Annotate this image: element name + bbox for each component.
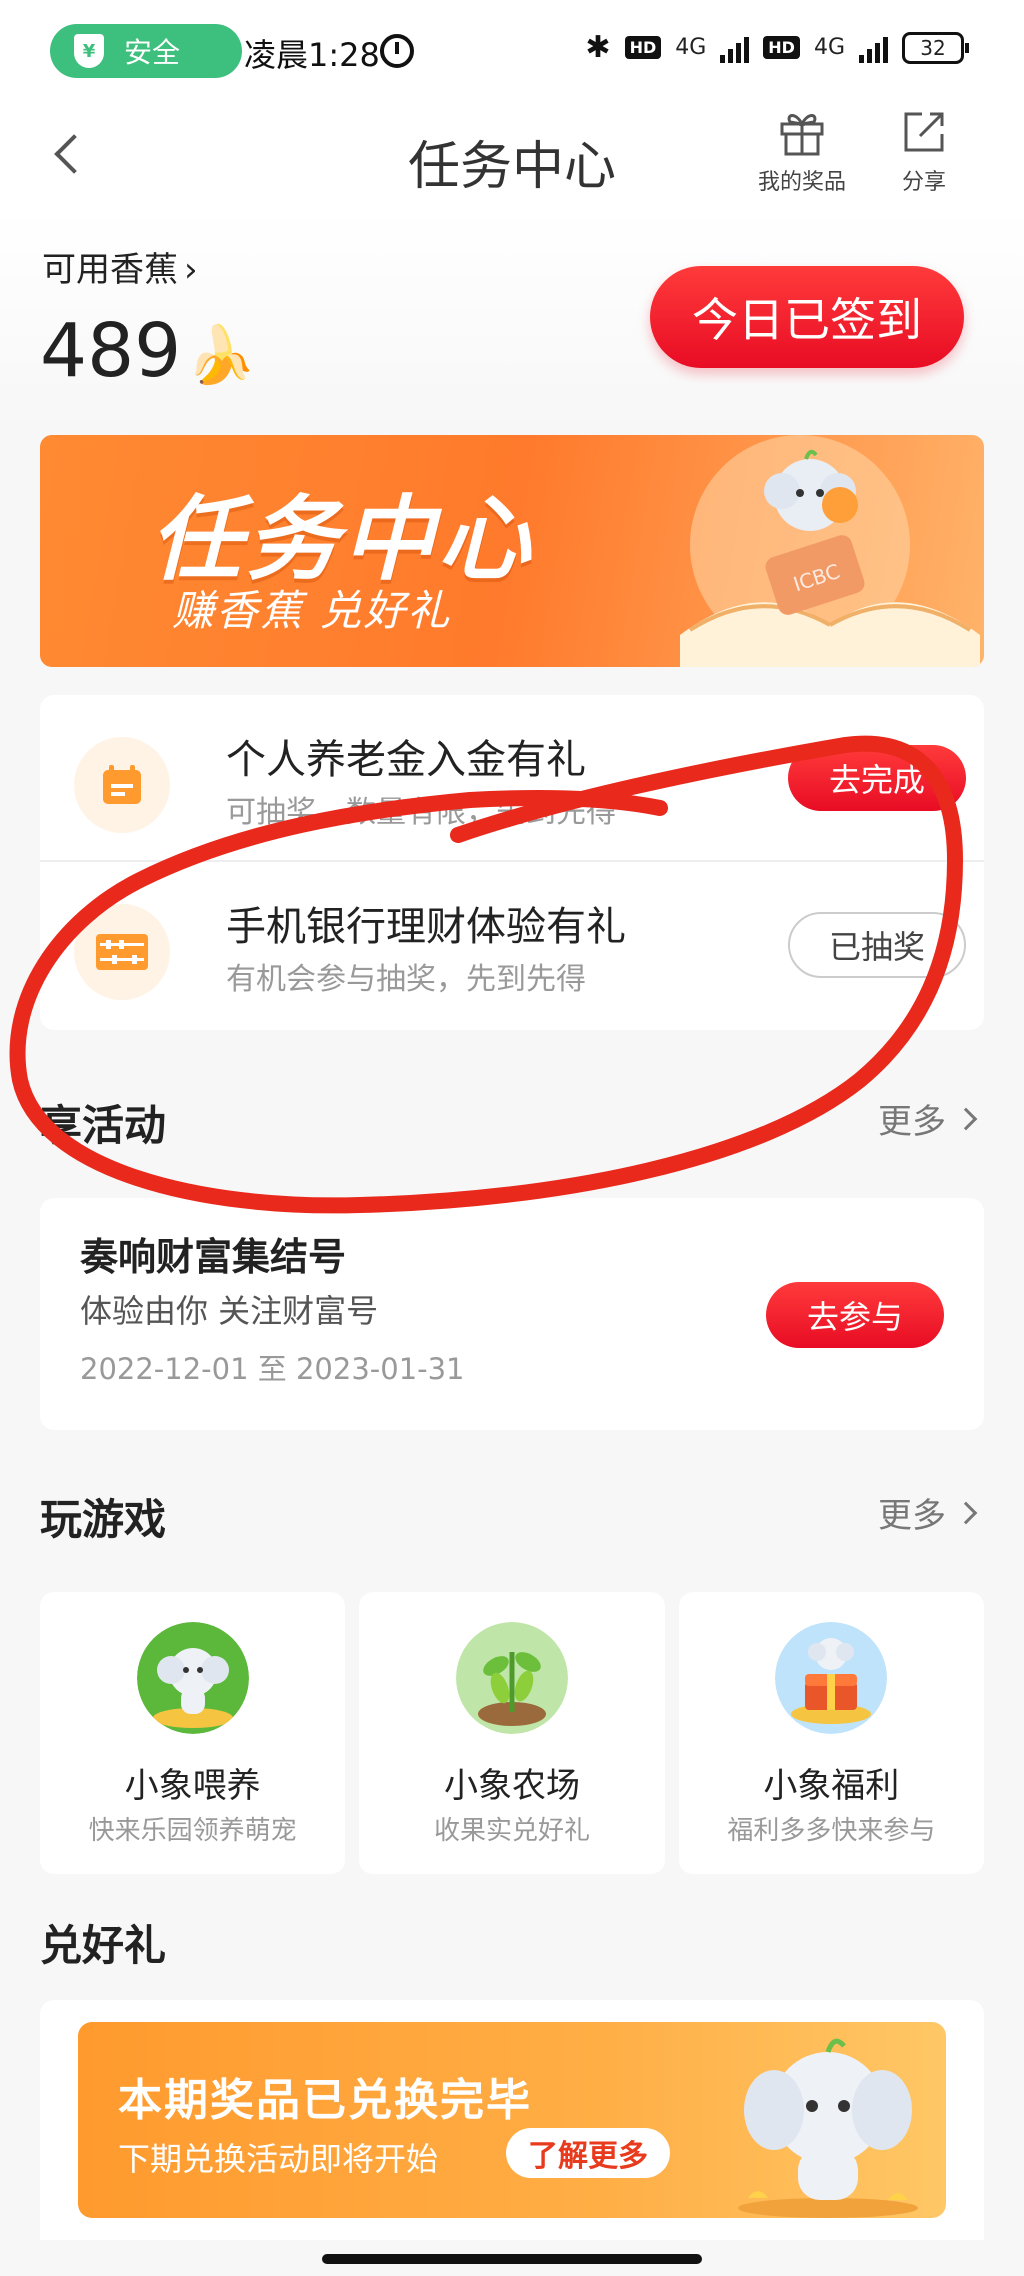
security-label: 安全 [124,36,181,69]
page-title: 任务中心 [407,137,616,197]
bean-farm-icon [455,1622,568,1734]
signal-icon-2 [859,33,888,63]
balance-area: 可用香蕉 › 489 🍌 今日已签到 [0,210,1024,430]
chevron-right-icon [954,1501,978,1524]
gift-chest-icon [775,1622,888,1734]
task-row[interactable]: 手机银行理财体验有礼 有机会参与抽奖，先到先得 已抽奖 [40,860,984,1025]
task-center-page: ¥ 安全 凌晨1:28 ✱ HD 4G HD 4G 32 任务中心 我的奖品 分… [0,0,1024,2276]
activity-title: 奏响财富集结号 [80,1235,347,1279]
activities-more-link[interactable]: 更多 [878,1094,978,1143]
reward-card: 本期奖品已兑换完毕 下期兑换活动即将开始 了解更多 [40,2000,984,2240]
shield-icon: ¥ [74,34,104,68]
status-indicators: ✱ HD 4G HD 4G 32 [585,30,969,65]
share-button[interactable]: 分享 [898,106,950,196]
drawn-button[interactable]: 已抽奖 [788,912,966,978]
my-prizes-label: 我的奖品 [758,170,847,195]
hd-badge-1: HD [624,36,662,59]
share-icon [904,112,944,152]
elephant-feeding-icon [136,1622,249,1734]
reward-banner-title: 本期奖品已兑换完毕 [118,2075,532,2126]
task-list-card: 个人养老金入金有礼 可抽奖，数量有限，先到先得 去完成 手机银行理财体验有礼 有… [40,695,984,1030]
bluetooth-icon: ✱ [585,30,611,65]
game-name: 小象农场 [443,1766,580,1806]
banana-icon: 🍌 [186,323,256,388]
learn-more-button[interactable]: 了解更多 [506,2128,670,2178]
games-more-link[interactable]: 更多 [878,1488,978,1537]
activity-card[interactable]: 奏响财富集结号 体验由你 关注财富号 2022-12-01 至 2023-01-… [40,1198,984,1430]
network-label-2: 4G [813,35,845,60]
banana-balance-value: 489 [40,308,182,394]
balance-label: 可用香蕉 [42,250,178,290]
game-name: 小象福利 [763,1766,900,1806]
task-center-banner[interactable]: 任务中心 赚香蕉 兑好礼 ICBC [40,435,984,667]
elephant-book-illustration: ICBC [680,435,980,667]
alarm-icon [380,34,414,68]
game-name: 小象喂养 [124,1766,261,1806]
task-desc: 可抽奖，数量有限，先到先得 [226,795,616,830]
signed-in-button[interactable]: 今日已签到 [650,266,964,368]
status-time: 凌晨1:28 [244,36,380,74]
games-section-title: 玩游戏 [40,1495,167,1544]
banana-balance-link[interactable]: 可用香蕉 › [42,242,198,291]
more-label: 更多 [878,1102,946,1142]
banner-subtitle: 赚香蕉 兑好礼 [172,586,452,635]
task-desc: 有机会参与抽奖，先到先得 [226,962,586,997]
game-card-elephant-feeding[interactable]: 小象喂养 快来乐园领养萌宠 [40,1592,346,1874]
share-label: 分享 [901,170,946,195]
go-complete-button[interactable]: 去完成 [788,745,966,811]
status-bar: ¥ 安全 凌晨1:28 ✱ HD 4G HD 4G 32 [0,0,1024,100]
my-prizes-button[interactable]: 我的奖品 [758,106,846,196]
game-desc: 快来乐园领养萌宠 [88,1816,297,1846]
more-label: 更多 [878,1496,946,1536]
security-badge[interactable]: ¥ 安全 [50,24,242,78]
reward-banner[interactable]: 本期奖品已兑换完毕 下期兑换活动即将开始 了解更多 [78,2022,946,2218]
hd-badge-2: HD [763,36,800,59]
game-card-elephant-welfare[interactable]: 小象福利 福利多多快来参与 [678,1592,984,1874]
abacus-icon [74,904,170,1000]
battery-icon: 32 [902,31,969,64]
rewards-section-title: 兑好礼 [40,1921,167,1970]
reward-banner-subtitle: 下期兑换活动即将开始 [118,2140,439,2178]
activity-date-range: 2022-12-01 至 2023-01-31 [80,1352,465,1386]
elephant-mascot-illustration [738,2038,918,2218]
chevron-right-icon [954,1107,978,1130]
activity-subtitle: 体验由你 关注财富号 [80,1292,379,1330]
join-activity-button[interactable]: 去参与 [766,1282,944,1348]
games-row: 小象喂养 快来乐园领养萌宠 小象农场 收果实兑好礼 小象福利 福利多多快来参与 [40,1592,984,1874]
network-label-1: 4G [675,35,707,60]
game-card-elephant-farm[interactable]: 小象农场 收果实兑好礼 [359,1592,665,1874]
signal-icon-1 [720,33,750,63]
app-header: 任务中心 我的奖品 分享 [0,100,1024,210]
task-title: 手机银行理财体验有礼 [226,904,626,950]
task-row[interactable]: 个人养老金入金有礼 可抽奖，数量有限，先到先得 去完成 [40,695,984,860]
gift-icon [780,114,824,156]
task-title: 个人养老金入金有礼 [226,737,586,783]
activities-section-title: 享活动 [40,1101,167,1150]
home-indicator[interactable] [322,2254,702,2264]
game-desc: 收果实兑好礼 [433,1816,590,1846]
game-desc: 福利多多快来参与 [727,1816,936,1846]
calendar-icon [74,737,170,833]
chevron-right-icon: › [184,250,198,290]
